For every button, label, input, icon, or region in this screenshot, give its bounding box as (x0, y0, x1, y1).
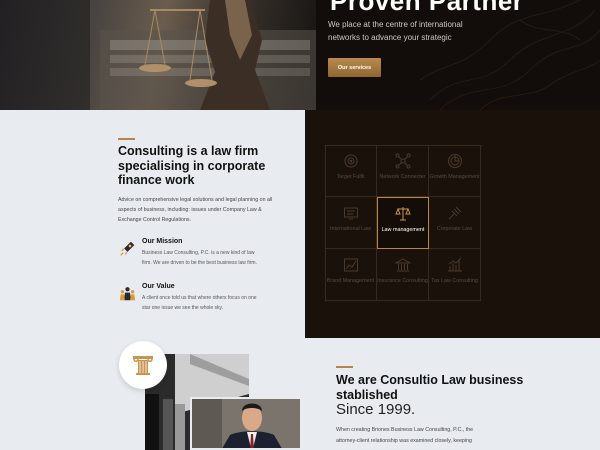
rocket-icon (120, 241, 135, 256)
international-icon (343, 207, 358, 220)
service-tax-law-consulting[interactable]: Tax Law Consulting (429, 249, 481, 301)
services-grid: Target Fulfil Network Connecter Growth M… (325, 145, 482, 302)
pillar-badge (119, 341, 167, 389)
service-label: International Law (329, 226, 372, 232)
hero-description: We place at the centre of international … (328, 20, 463, 42)
hero-section: Proven Partner We place at the centre of… (0, 0, 600, 110)
bank-icon (394, 258, 411, 272)
service-label: Target Fulfil (336, 174, 365, 180)
bar-chart-icon (447, 257, 462, 272)
history-title: We are Consultio Law business stablished (336, 373, 524, 402)
chart-icon (343, 258, 358, 272)
pillar-icon (133, 356, 153, 375)
service-brand-management[interactable]: Brand Management (325, 249, 377, 301)
service-label: Network Connecter (379, 174, 426, 180)
mission-text: Business Law Consulting, P.C. is a new k… (142, 250, 257, 266)
service-label: Tax Law Consulting (431, 278, 478, 284)
team-icon (119, 287, 136, 301)
network-icon (395, 153, 410, 169)
about-title: Consulting is a law firm specialising in… (118, 144, 266, 187)
about-description: Advice on comprehensive legal solutions … (118, 197, 273, 223)
service-network-connecter[interactable]: Network Connecter (377, 145, 429, 197)
history-subtitle: Since 1999. (336, 401, 416, 418)
hero-title: Proven Partner (330, 0, 524, 16)
service-law-management[interactable]: Law management (377, 197, 429, 249)
service-label: Brand Management (326, 278, 375, 284)
history-text: When creating Briones Business Law Consu… (336, 427, 474, 444)
corporate-icon (448, 206, 461, 220)
service-label: Law management (381, 227, 425, 233)
service-corporate-law[interactable]: Corporate Law (429, 197, 481, 249)
our-services-button[interactable]: Our services (328, 58, 381, 77)
lawyer-portrait (190, 397, 302, 450)
service-label: Insurance Consulting (377, 278, 428, 284)
accent-divider (336, 366, 353, 368)
scales-icon (395, 207, 411, 221)
value-title: Our Value (142, 283, 175, 290)
service-growth-management[interactable]: Growth Management (429, 145, 481, 197)
service-label: Growth Management (429, 174, 480, 180)
mission-title: Our Mission (142, 238, 183, 245)
hero-image (0, 0, 316, 110)
service-target-fulfil[interactable]: Target Fulfil (325, 145, 377, 197)
service-insurance-consulting[interactable]: Insurance Consulting (377, 249, 429, 301)
accent-divider (118, 138, 135, 140)
growth-icon (447, 154, 462, 168)
value-text: A client once told us that where others … (142, 295, 257, 311)
service-label: Corporate Law (436, 226, 473, 232)
target-icon (344, 154, 357, 168)
service-international-law[interactable]: International Law (325, 197, 377, 249)
